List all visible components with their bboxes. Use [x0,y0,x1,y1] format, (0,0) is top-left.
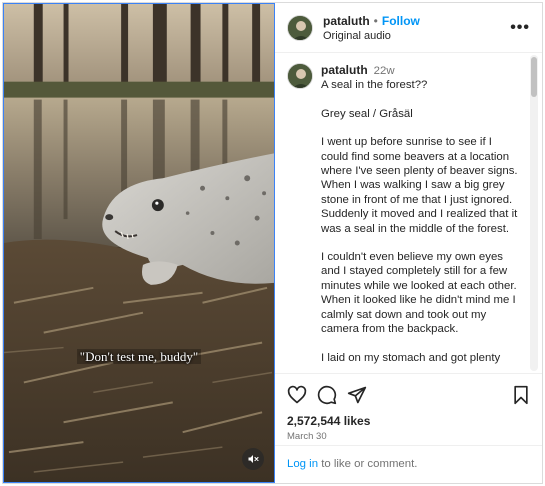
caption-paragraph: I couldn't even believe my own eyes and … [321,251,517,336]
post-header: pataluth • Follow Original audio ••• [275,3,542,53]
login-prompt: Log in to like or comment. [275,445,542,483]
caption-paragraph: I went up before sunrise to see if I cou… [321,136,518,235]
caption-scroll-area[interactable]: pataluth 22w A seal in the forest?? Grey … [275,53,542,373]
video-caption-text: "Don't test me, buddy" [76,349,202,364]
avatar-image [288,64,312,88]
post-actions: 2,572,544 likes March 30 [275,373,542,442]
caption-username[interactable]: pataluth [321,63,368,77]
caption-paragraph: I laid on my stomach and got plenty [321,351,501,364]
caption-paragraph: A seal in the forest?? [321,79,428,92]
avatar[interactable] [287,14,313,41]
video-frame [4,4,274,482]
muted-speaker-icon [248,455,259,463]
avatar-image [288,15,312,40]
like-heart-icon[interactable] [287,385,307,405]
caption-paragraph: Grey seal / Gråsäl [321,107,413,120]
post-date[interactable]: March 30 [287,431,530,442]
avatar[interactable] [287,63,313,89]
separator-dot: • [373,13,378,28]
login-link[interactable]: Log in [287,458,318,470]
scrollbar-thumb[interactable] [531,57,537,97]
action-icons [287,384,530,406]
video-caption-overlay: "Don't test me, buddy" [4,349,274,365]
caption-body: pataluth 22w A seal in the forest?? Grey … [321,63,522,373]
caption-comment: pataluth 22w A seal in the forest?? Grey … [287,63,522,373]
instagram-post: "Don't test me, buddy" pataluth • Follow… [2,2,543,484]
scrollbar[interactable] [530,55,538,371]
post-author-info: pataluth • Follow Original audio [323,14,510,42]
author-username[interactable]: pataluth [323,14,370,28]
follow-button[interactable]: Follow [382,14,420,28]
like-count[interactable]: 2,572,544 likes [287,414,530,428]
mute-button[interactable] [242,448,264,470]
bookmark-icon[interactable] [512,385,530,405]
login-prompt-text: to like or comment. [318,458,418,470]
caption-timestamp[interactable]: 22w [374,65,395,77]
share-icon[interactable] [347,385,367,405]
post-side-panel: pataluth • Follow Original audio ••• pat… [275,3,542,483]
post-video[interactable]: "Don't test me, buddy" [3,3,275,483]
audio-link[interactable]: Original audio [323,30,510,42]
comment-icon[interactable] [317,385,337,405]
more-options-icon[interactable]: ••• [510,19,530,37]
